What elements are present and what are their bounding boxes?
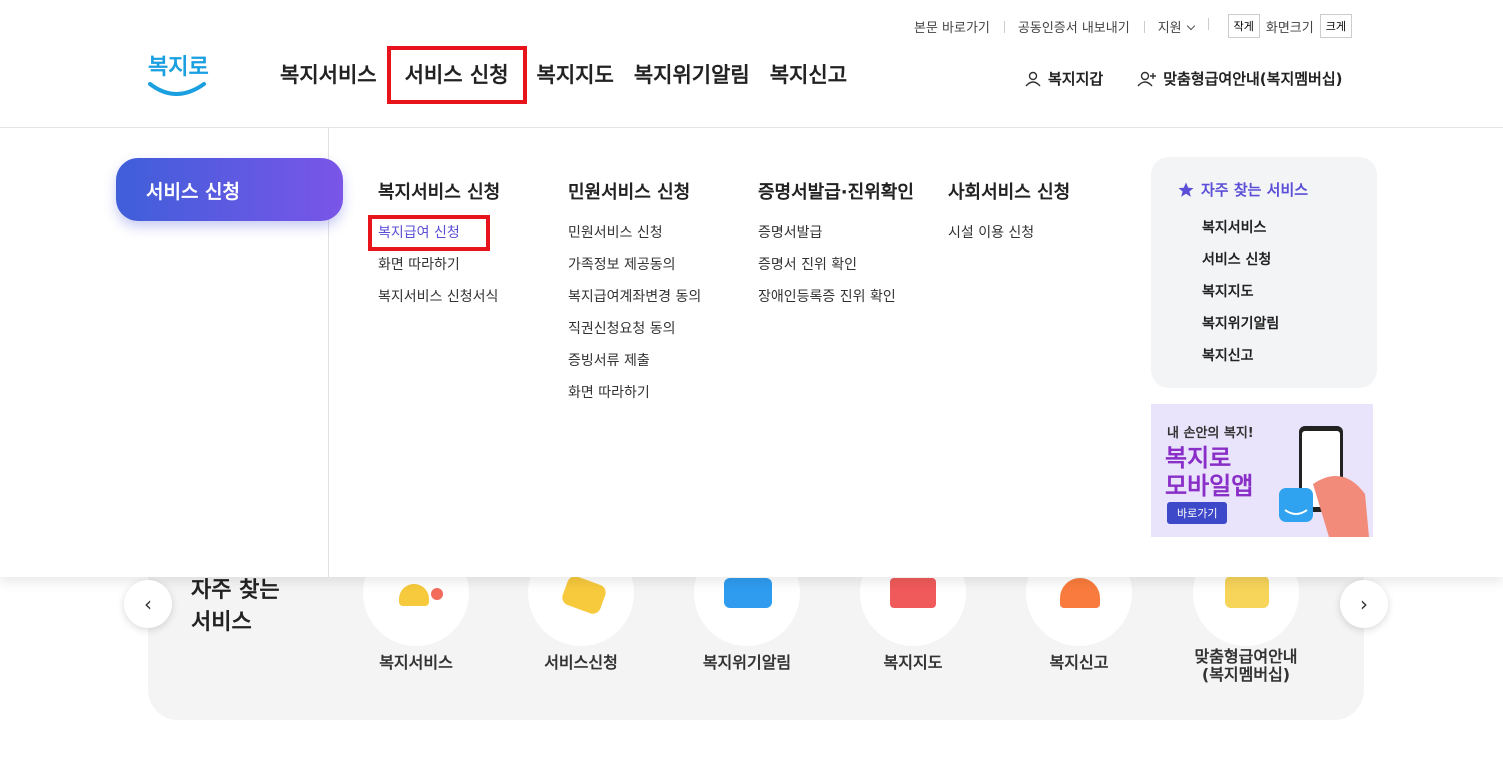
banner-go-button: 바로가기	[1167, 502, 1228, 524]
banner-title-line2: 모바일앱	[1165, 472, 1254, 500]
menu-item-facility-apply[interactable]: 시설 이용 신청	[948, 222, 1070, 254]
next-arrow-button[interactable]: ›	[1340, 580, 1388, 628]
menu-column-certificate: 증명서발급·진위확인 증명서발급 증명서 진위 확인 장애인등록증 진위 확인	[758, 178, 914, 318]
font-size-label: 화면크기	[1265, 20, 1314, 36]
menu-item-ex-officio[interactable]: 직권신청요청 동의	[568, 318, 701, 350]
quick-item-label: 복지지도	[883, 653, 943, 672]
mega-menu: 서비스 신청 복지서비스 신청 복지급여 신청 화면 따라하기 복지서비스 신청…	[0, 128, 1503, 577]
banner-title-line1: 복지로	[1165, 444, 1232, 472]
favorite-services-box: 자주 찾는 서비스 복지서비스 서비스 신청 복지지도 복지위기알림 복지신고	[1151, 157, 1377, 388]
chevron-down-icon	[1186, 21, 1195, 30]
favorite-item[interactable]: 서비스 신청	[1177, 246, 1351, 278]
quick-item-label-line1: 맞춤형급여안내	[1194, 647, 1298, 666]
quick-services-title: 자주 찾는 서비스	[191, 575, 280, 639]
menu-item-label: 복지급여 신청	[368, 215, 490, 251]
quick-title-line2: 서비스	[191, 610, 252, 635]
quick-item-label: 복지신고	[1049, 653, 1109, 672]
menu-item-cert-verify[interactable]: 증명서 진위 확인	[758, 254, 914, 286]
star-icon	[1178, 182, 1194, 197]
user-icon	[1025, 71, 1041, 86]
menu-column-welfare-apply: 복지서비스 신청 복지급여 신청 화면 따라하기 복지서비스 신청서식	[368, 178, 501, 318]
menu-column-social-service: 사회서비스 신청 시설 이용 신청	[948, 178, 1070, 254]
skip-to-content-link[interactable]: 본문 바로가기	[900, 17, 1004, 36]
utility-bar: 본문 바로가기 공동인증서 내보내기 지원 작게 화면크기 크게	[900, 14, 1358, 38]
chevron-right-icon: ›	[1360, 592, 1368, 616]
membership-link[interactable]: 맞춤형급여안내(복지멤버십)	[1137, 68, 1343, 89]
logo-icon: 복지로	[148, 55, 209, 96]
font-small-button[interactable]: 작게	[1227, 14, 1260, 38]
main-nav: 복지서비스 서비스 신청 복지지도 복지위기알림 복지신고	[270, 46, 857, 104]
menu-column-heading: 증명서발급·진위확인	[758, 182, 914, 203]
support-label: 지원	[1157, 20, 1182, 36]
menu-item-disability-verify[interactable]: 장애인등록증 진위 확인	[758, 286, 914, 318]
quick-item-label: 서비스신청	[544, 653, 618, 672]
membership-label: 맞춤형급여안내(복지멤버십)	[1163, 70, 1343, 88]
menu-item-submit-docs[interactable]: 증빙서류 제출	[568, 350, 701, 382]
site-logo[interactable]: 복지로	[146, 46, 210, 100]
menu-item-family-consent[interactable]: 가족정보 제공동의	[568, 254, 701, 286]
nav-welfare-service[interactable]: 복지서비스	[270, 60, 387, 90]
support-dropdown[interactable]: 지원	[1143, 17, 1208, 36]
nav-service-apply[interactable]: 서비스 신청	[386, 46, 527, 104]
user-plus-icon	[1137, 71, 1157, 86]
quick-item-label: 맞춤형급여안내 (복지멤버십)	[1176, 648, 1316, 684]
banner-tagline: 내 손안의 복지!	[1167, 426, 1254, 441]
mega-menu-title: 서비스 신청	[116, 158, 343, 221]
menu-column-heading: 복지서비스 신청	[378, 182, 501, 203]
favorite-item[interactable]: 복지서비스	[1177, 214, 1351, 246]
banner-title: 복지로 모바일앱	[1165, 444, 1253, 500]
mobile-app-banner[interactable]: 내 손안의 복지! 복지로 모바일앱 바로가기	[1151, 404, 1373, 537]
menu-item-account-change[interactable]: 복지급여계좌변경 동의	[568, 286, 701, 318]
menu-column-heading: 민원서비스 신청	[568, 182, 691, 203]
user-links: 복지지갑 맞춤형급여안내(복지멤버십)	[1024, 68, 1343, 89]
wallet-label: 복지지갑	[1048, 70, 1104, 88]
menu-item-screen-guide[interactable]: 화면 따라하기	[378, 254, 500, 286]
nav-welfare-report[interactable]: 복지신고	[760, 60, 857, 90]
chevron-left-icon: ‹	[144, 592, 152, 616]
favorite-services-title: 자주 찾는 서비스	[1177, 179, 1351, 200]
cert-export-link[interactable]: 공동인증서 내보내기	[1003, 17, 1144, 36]
prev-arrow-button[interactable]: ‹	[124, 580, 172, 628]
wallet-link[interactable]: 복지지갑	[1024, 68, 1103, 89]
nav-welfare-map[interactable]: 복지지도	[527, 60, 624, 90]
quick-item-label-line2: (복지멤버십)	[1201, 665, 1291, 684]
nav-crisis-alert[interactable]: 복지위기알림	[624, 60, 760, 90]
favorite-item[interactable]: 복지신고	[1177, 342, 1351, 374]
quick-item-label: 복지서비스	[379, 653, 453, 672]
quick-item-label: 복지위기알림	[702, 653, 792, 672]
font-large-button[interactable]: 크게	[1319, 14, 1352, 38]
menu-item-benefit-apply[interactable]: 복지급여 신청	[368, 215, 500, 254]
menu-column-heading: 사회서비스 신청	[948, 182, 1071, 203]
menu-column-civil-apply: 민원서비스 신청 민원서비스 신청 가족정보 제공동의 복지급여계좌변경 동의 …	[568, 178, 701, 414]
font-size-control: 작게 화면크기 크게	[1207, 14, 1358, 38]
menu-item-apply-forms[interactable]: 복지서비스 신청서식	[378, 286, 500, 318]
logo-text: 복지로	[148, 55, 209, 80]
menu-item-screen-guide[interactable]: 화면 따라하기	[568, 382, 701, 414]
favorite-title-label: 자주 찾는 서비스	[1201, 181, 1309, 199]
favorite-item[interactable]: 복지지도	[1177, 278, 1351, 310]
phone-hand-icon	[1279, 426, 1369, 537]
quick-title-line1: 자주 찾는	[191, 578, 280, 603]
favorite-item[interactable]: 복지위기알림	[1177, 310, 1351, 342]
menu-item-cert-issue[interactable]: 증명서발급	[758, 222, 914, 254]
menu-item-civil-apply[interactable]: 민원서비스 신청	[568, 222, 701, 254]
